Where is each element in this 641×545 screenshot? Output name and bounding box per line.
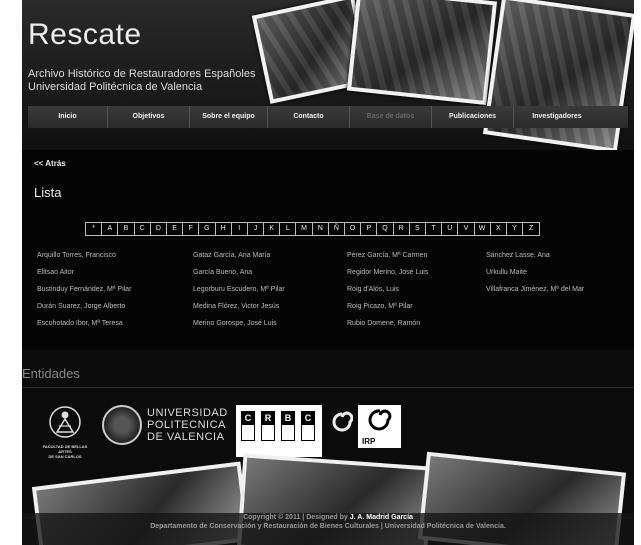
- alpha-link[interactable]: E: [167, 223, 184, 235]
- restorer-link[interactable]: Regidor Merino, José Luis: [347, 268, 486, 278]
- restorer-link[interactable]: Roig d'Alós, Luis: [347, 285, 486, 295]
- bellas-artes-emblem-icon: [49, 406, 81, 438]
- list-title: Lista: [34, 185, 62, 200]
- crbc-bar-icon: [281, 411, 295, 441]
- alpha-link[interactable]: Z: [523, 223, 539, 235]
- spiral-logo-icon[interactable]: [331, 410, 354, 434]
- divider: [22, 387, 634, 388]
- nav-publicaciones[interactable]: Publicaciones: [432, 106, 514, 128]
- alpha-link[interactable]: W: [475, 223, 491, 235]
- alpha-link[interactable]: F: [183, 223, 200, 235]
- alpha-link[interactable]: U: [442, 223, 459, 235]
- restorer-link[interactable]: Merino Gorospe, José Luis: [193, 319, 347, 329]
- nav-sobre-el-equipo[interactable]: Sobre el equipo: [190, 106, 268, 128]
- irp-logo[interactable]: IRP: [358, 405, 401, 448]
- browser-frame: Rescate Archivo Histórico de Restaurador…: [0, 0, 641, 545]
- bellas-artes-logo[interactable]: FACULTAD DE BELLAS ARTES DE SAN CARLOS: [40, 405, 90, 459]
- alpha-link[interactable]: V: [458, 223, 475, 235]
- alpha-link[interactable]: T: [426, 223, 443, 235]
- footer: Copyright © 2011 | Designed by J. A. Mad…: [22, 513, 634, 545]
- alpha-link[interactable]: J: [248, 223, 265, 235]
- restorer-link[interactable]: [486, 319, 627, 329]
- alpha-link[interactable]: A: [102, 223, 119, 235]
- restorer-link[interactable]: Pérez García, Mª Carmen: [347, 251, 486, 261]
- crbc-bar-icon: [261, 411, 275, 441]
- alpha-link[interactable]: N: [313, 223, 329, 235]
- upv-line-3: DE VALENCIA: [147, 431, 225, 443]
- alpha-link[interactable]: *: [86, 223, 103, 235]
- alpha-link[interactable]: L: [280, 223, 297, 235]
- restorer-link[interactable]: Elitsao Aitor: [37, 268, 193, 278]
- copyright-text: Copyright © 2011 | Designed by: [243, 514, 350, 521]
- alpha-link[interactable]: K: [264, 223, 281, 235]
- alphabet-filter: * A B C D E F G H I J K L M N Ñ O P Q R …: [85, 222, 541, 236]
- header-photo-3: [482, 0, 634, 153]
- restorer-link[interactable]: García Bueno, Ana: [193, 268, 347, 278]
- page: Rescate Archivo Histórico de Restaurador…: [22, 0, 634, 545]
- restorer-link[interactable]: Durán Suarez, Jorge Alberto: [37, 302, 193, 312]
- restorer-link[interactable]: Legorburu Escudero, Mª Pilar: [193, 285, 347, 295]
- upv-seal-icon: [102, 405, 142, 445]
- crbc-bar-icon: [301, 411, 315, 441]
- nav-contacto[interactable]: Contacto: [268, 106, 350, 128]
- department-line: Departamento de Conservación y Restaurac…: [150, 523, 506, 530]
- copyright-line: Copyright © 2011 | Designed by J. A. Mad…: [22, 513, 634, 522]
- restorer-link[interactable]: Gataz García, Ana María: [193, 251, 347, 261]
- main-nav: Inicio Objetivos Sobre el equipo Contact…: [28, 106, 628, 128]
- alpha-link[interactable]: C: [135, 223, 151, 235]
- restorer-link[interactable]: Roig Picazo, Mª Pilar: [347, 302, 486, 312]
- alpha-link[interactable]: R: [394, 223, 410, 235]
- alpha-link[interactable]: G: [199, 223, 216, 235]
- header: Rescate Archivo Histórico de Restaurador…: [22, 0, 634, 153]
- bellas-artes-label-1: FACULTAD DE BELLAS ARTES: [42, 444, 88, 454]
- alpha-link[interactable]: Q: [377, 223, 394, 235]
- back-link[interactable]: << Atrás: [34, 159, 66, 168]
- designer-link[interactable]: J. A. Madrid García: [350, 514, 413, 521]
- alpha-link[interactable]: Ñ: [329, 223, 345, 235]
- restorer-link[interactable]: Villafranca Jiménez, Mª del Mar: [486, 285, 627, 295]
- alpha-link[interactable]: Y: [507, 223, 524, 235]
- subtitle-line-1: Archivo Histórico de Restauradores Españ…: [28, 68, 256, 80]
- restorer-link[interactable]: Sánchez Lasse, Ana: [486, 251, 627, 261]
- restorer-link[interactable]: Rubio Domene, Ramón: [347, 319, 486, 329]
- restorer-link[interactable]: [486, 302, 627, 312]
- alpha-link[interactable]: P: [361, 223, 378, 235]
- restorer-link[interactable]: Arquillo Torres, Francisco: [37, 251, 193, 261]
- upv-text: UNIVERSIDAD POLITECNICA DE VALENCIA: [147, 407, 228, 443]
- alpha-link[interactable]: B: [118, 223, 135, 235]
- alpha-link[interactable]: D: [151, 223, 167, 235]
- nav-base-de-datos[interactable]: Base de datos: [350, 106, 432, 128]
- entities-section: Entidades FACULTAD DE BELLAS ARTES DE SA…: [22, 350, 634, 545]
- upv-line-1: UNIVERSIDAD: [147, 407, 228, 419]
- nav-inicio[interactable]: Inicio: [28, 106, 108, 128]
- nav-investigadores[interactable]: Investigadores: [514, 106, 600, 128]
- restorer-link[interactable]: Urkullu Maite: [486, 268, 627, 278]
- bellas-artes-label-2: DE SAN CARLOS: [48, 454, 82, 459]
- alpha-link[interactable]: X: [491, 223, 507, 235]
- alpha-link[interactable]: H: [216, 223, 232, 235]
- restorer-link[interactable]: Bustinduy Fernández, Mª Pilar: [37, 285, 193, 295]
- site-subtitle: Archivo Histórico de Restauradores Españ…: [28, 68, 255, 94]
- entities-heading: Entidades: [22, 366, 80, 381]
- irp-label: IRP: [362, 437, 376, 446]
- restorer-list: Arquillo Torres, Francisco Gataz García,…: [37, 251, 627, 329]
- upv-logo[interactable]: UNIVERSIDAD POLITECNICA DE VALENCIA: [102, 405, 232, 449]
- alpha-link[interactable]: M: [296, 223, 313, 235]
- nav-objetivos[interactable]: Objetivos: [108, 106, 190, 128]
- content-area: << Atrás Lista * A B C D E F G H I J K L…: [22, 150, 634, 350]
- alpha-link[interactable]: S: [410, 223, 426, 235]
- restorer-link[interactable]: Medina Flórez, Victor Jesús: [193, 302, 347, 312]
- restorer-link[interactable]: Escohotado Ibor, Mª Teresa: [37, 319, 193, 329]
- alpha-link[interactable]: I: [232, 223, 248, 235]
- header-photo-2: [346, 0, 498, 106]
- irp-spiral-icon: [368, 409, 392, 431]
- upv-line-2: POLITECNICA: [147, 419, 226, 431]
- subtitle-line-2: Universidad Politécnica de Valencia: [28, 81, 203, 93]
- alpha-link[interactable]: O: [345, 223, 362, 235]
- crbc-bar-icon: [241, 411, 255, 441]
- site-title[interactable]: Rescate: [28, 18, 142, 52]
- crbc-logo[interactable]: C R B C: [236, 405, 322, 457]
